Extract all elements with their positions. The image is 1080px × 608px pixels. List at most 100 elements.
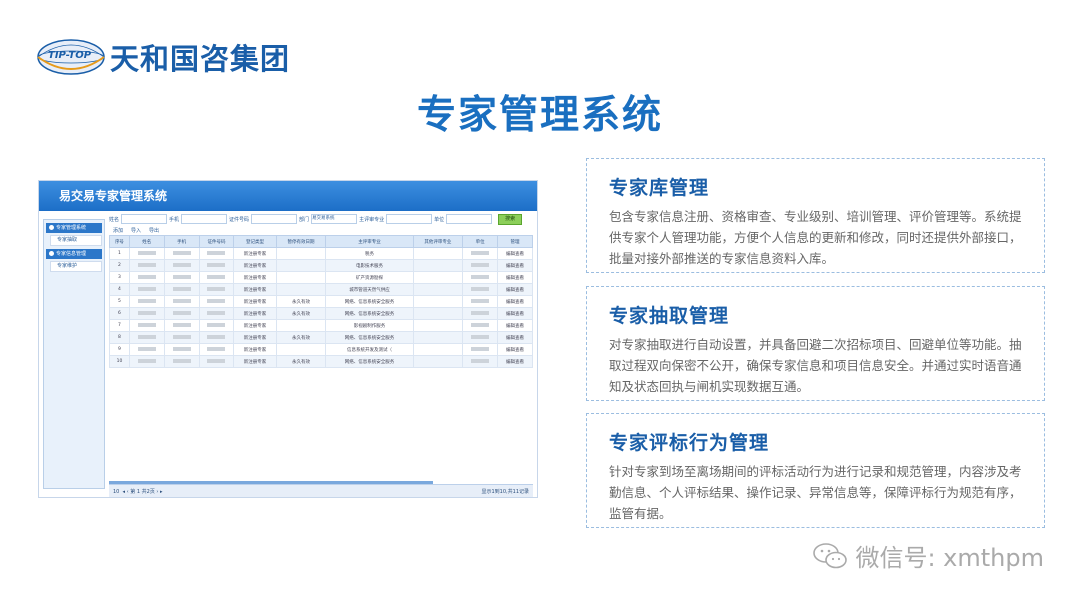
table-cell-type: 新注册专家 (233, 259, 277, 272)
wechat-watermark: 微信号: xmthpm (813, 538, 1044, 573)
redacted-cell (198, 355, 235, 368)
id-input[interactable] (251, 214, 298, 224)
table-cell-empty (412, 319, 464, 332)
table-row[interactable]: 8 新注册专家 永久有效 网络、信息系统安全服务 编辑查看 (109, 331, 533, 344)
table-cell-action[interactable]: 编辑查看 (497, 283, 533, 296)
export-button[interactable]: 导出 (149, 227, 159, 234)
wechat-icon (813, 542, 848, 570)
table-row[interactable]: 3 新注册专家 矿产资源勘探 编辑查看 (109, 271, 533, 284)
table-cell-empty (412, 283, 464, 296)
column-header: 序号 (109, 235, 130, 248)
dept-value: 易交易系统 (312, 216, 335, 221)
table-row[interactable]: 4 新注册专家 城市管道天然气供应 编辑查看 (109, 283, 533, 296)
table-cell-action[interactable]: 编辑查看 (497, 343, 533, 356)
table-row[interactable]: 7 新注册专家 影视剧制作服务 编辑查看 (109, 319, 533, 332)
table-row[interactable]: 2 新注册专家 电影技术服务 编辑查看 (109, 259, 533, 272)
redacted-mark (207, 346, 226, 351)
redacted-mark (137, 262, 156, 267)
redacted-cell (462, 307, 499, 320)
app-screenshot: 易交易专家管理系统 专家管理系统 专家抽取 专家信息管理 专家维护 姓名 手机 … (38, 180, 538, 498)
page-size-select[interactable]: 10 (113, 489, 119, 495)
table-cell-empty (412, 271, 464, 284)
table-cell-empty (412, 259, 464, 272)
dept-select[interactable]: 易交易系统 (311, 214, 358, 224)
sidebar-header-info-mgmt[interactable]: 专家信息管理 (46, 249, 102, 259)
redacted-cell (198, 247, 235, 260)
redacted-cell (462, 283, 499, 296)
redacted-cell (163, 247, 200, 260)
table-row[interactable]: 9 新注册专家 信息系统开发及测试（ 编辑查看 (109, 343, 533, 356)
major-label: 主评审专业 (359, 216, 385, 223)
table-row[interactable]: 6 新注册专家 永久有效 网络、信息系统安全服务 编辑查看 (109, 307, 533, 320)
table-cell-major: 税务 (325, 247, 414, 260)
table-cell-empty (412, 295, 464, 308)
redacted-cell (198, 307, 235, 320)
table-cell-major: 网络、信息系统安全服务 (325, 331, 414, 344)
globe-logo-icon: TIP-TOP (36, 37, 106, 77)
table-cell-date (275, 283, 327, 296)
search-button[interactable]: 搜索 (498, 213, 523, 225)
redacted-cell (462, 355, 499, 368)
import-button[interactable]: 导入 (131, 227, 141, 234)
redacted-cell (198, 343, 235, 356)
sidebar-item-maintain[interactable]: 专家维护 (50, 261, 102, 272)
redacted-mark (172, 262, 191, 267)
redacted-mark (207, 310, 226, 315)
table-cell-action[interactable]: 编辑查看 (497, 355, 533, 368)
table-row[interactable]: 1 新注册专家 税务 编辑查看 (109, 247, 533, 260)
redacted-mark (172, 346, 191, 351)
table-cell-date: 永久有效 (275, 295, 327, 308)
table-cell-action[interactable]: 编辑查看 (497, 307, 533, 320)
redacted-cell (462, 331, 499, 344)
app-window-title: 易交易专家管理系统 (39, 181, 537, 211)
major-input[interactable] (386, 214, 433, 224)
table-cell-type: 新注册专家 (233, 283, 277, 296)
table-cell-action[interactable]: 编辑查看 (497, 247, 533, 260)
redacted-mark (207, 262, 226, 267)
table-cell-major: 城市管道天然气供应 (325, 283, 414, 296)
redacted-mark (471, 358, 490, 363)
column-header: 证件号码 (198, 235, 235, 248)
page-input[interactable]: 1 (137, 489, 140, 495)
redacted-cell (128, 271, 165, 284)
table-cell-date (275, 343, 327, 356)
redacted-cell (198, 283, 235, 296)
table-row[interactable]: 5 新注册专家 永久有效 网络、信息系统安全服务 编辑查看 (109, 295, 533, 308)
redacted-mark (137, 274, 156, 279)
phone-input[interactable] (181, 214, 228, 224)
feature-card-extract: 专家抽取管理 对专家抽取进行自动设置，并具备回避二次招标项目、回避单位等功能。抽… (586, 286, 1045, 401)
table-cell-no: 3 (109, 271, 130, 284)
table-cell-date (275, 319, 327, 332)
redacted-mark (172, 334, 191, 339)
table-cell-action[interactable]: 编辑查看 (497, 319, 533, 332)
table-cell-date: 永久有效 (275, 355, 327, 368)
redacted-cell (128, 343, 165, 356)
redacted-mark (207, 298, 226, 303)
table-cell-action[interactable]: 编辑查看 (497, 271, 533, 284)
redacted-mark (172, 286, 191, 291)
table-cell-empty (412, 331, 464, 344)
redacted-cell (462, 271, 499, 284)
sidebar-item-extract[interactable]: 专家抽取 (50, 235, 102, 246)
table-cell-no: 2 (109, 259, 130, 272)
redacted-cell (198, 331, 235, 344)
table-row[interactable]: 10 新注册专家 永久有效 网络、信息系统安全服务 编辑查看 (109, 355, 533, 368)
table-cell-action[interactable]: 编辑查看 (497, 259, 533, 272)
table-cell-type: 新注册专家 (233, 355, 277, 368)
table-cell-action[interactable]: 编辑查看 (497, 295, 533, 308)
sidebar-header-expert-system[interactable]: 专家管理系统 (46, 223, 102, 233)
table-cell-action[interactable]: 编辑查看 (497, 331, 533, 344)
redacted-mark (471, 274, 490, 279)
redacted-mark (471, 310, 490, 315)
name-input[interactable] (121, 214, 168, 224)
table-cell-major: 影视剧制作服务 (325, 319, 414, 332)
redacted-mark (137, 346, 156, 351)
table-cell-type: 新注册专家 (233, 343, 277, 356)
phone-label: 手机 (169, 216, 180, 223)
redacted-cell (462, 295, 499, 308)
redacted-mark (471, 346, 490, 351)
add-button[interactable]: 添加 (113, 227, 123, 234)
table-cell-type: 新注册专家 (233, 295, 277, 308)
unit-input[interactable] (446, 214, 493, 224)
redacted-cell (163, 319, 200, 332)
